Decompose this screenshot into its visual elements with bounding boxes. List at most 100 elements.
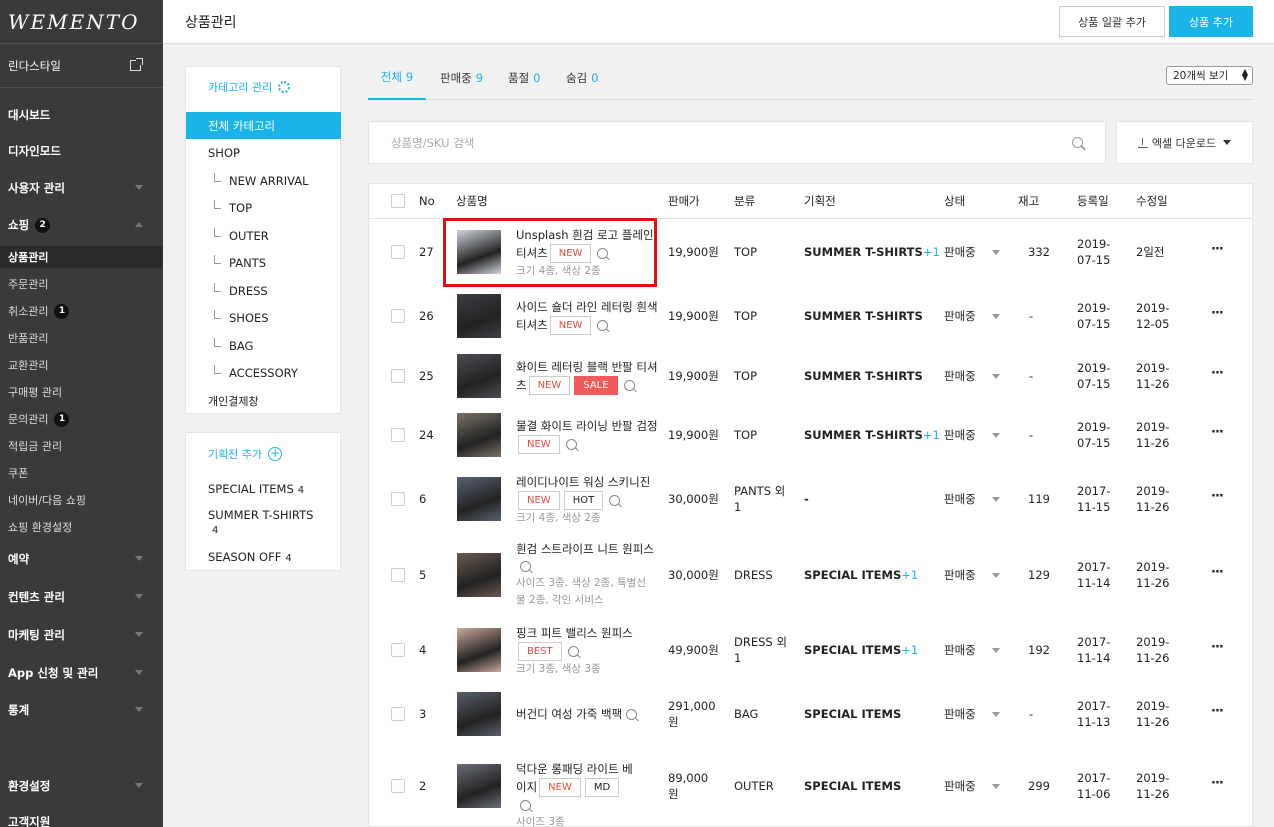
product-thumbnail[interactable] bbox=[457, 553, 501, 597]
product-thumbnail[interactable] bbox=[457, 692, 501, 736]
more-icon[interactable]: ··· bbox=[1211, 776, 1224, 791]
sidebar-item-points[interactable]: 적립금 관리 bbox=[0, 435, 163, 457]
caret-down-icon[interactable] bbox=[992, 497, 1000, 502]
product-thumbnail[interactable] bbox=[457, 628, 501, 672]
more-icon[interactable]: ··· bbox=[1211, 366, 1224, 381]
add-product-button[interactable]: 상품 추가 bbox=[1169, 6, 1253, 37]
plan-item-summer[interactable]: SUMMER T-SHIRTS 4 bbox=[208, 508, 328, 536]
caret-down-icon[interactable] bbox=[992, 314, 1000, 319]
search-icon[interactable] bbox=[609, 494, 621, 506]
sidebar-item-shop-settings[interactable]: 쇼핑 환경설정 bbox=[0, 516, 163, 538]
product-thumbnail[interactable] bbox=[457, 477, 501, 521]
status-select[interactable]: 판매중 bbox=[944, 368, 976, 384]
tab-sold-out[interactable]: 품절 0 bbox=[508, 56, 541, 100]
plus-circle-icon[interactable]: + bbox=[268, 447, 283, 461]
product-thumbnail[interactable] bbox=[457, 413, 501, 457]
search-icon[interactable] bbox=[1072, 137, 1083, 148]
category-all[interactable]: 전체 카테고리 bbox=[186, 112, 341, 139]
status-select[interactable]: 판매중 bbox=[944, 706, 976, 722]
menu-reservation[interactable]: 예약 bbox=[0, 548, 163, 570]
menu-app[interactable]: App 신청 및 관리 bbox=[0, 662, 163, 684]
sidebar-item-coupons[interactable]: 쿠폰 bbox=[0, 462, 163, 484]
status-select[interactable]: 판매중 bbox=[944, 244, 976, 260]
more-icon[interactable]: ··· bbox=[1211, 242, 1224, 257]
status-select[interactable]: 판매중 bbox=[944, 778, 976, 794]
category-dress[interactable]: DRESS bbox=[186, 277, 341, 304]
caret-down-icon[interactable] bbox=[992, 712, 1000, 717]
sidebar-item-exchanges[interactable]: 교환관리 bbox=[0, 354, 163, 376]
add-plan-link[interactable]: 기획전 추가 + bbox=[208, 446, 283, 462]
sidebar-item-orders[interactable]: 주문관리 bbox=[0, 273, 163, 295]
product-name[interactable]: 덕다운 롱패딩 라이트 베 이지 NEW MD 사이즈 3종 bbox=[516, 761, 658, 827]
menu-design-mode[interactable]: 디자인모드 bbox=[0, 140, 163, 162]
status-select[interactable]: 판매중 bbox=[944, 427, 976, 443]
status-select[interactable]: 판매중 bbox=[944, 491, 976, 507]
more-icon[interactable]: ··· bbox=[1211, 704, 1224, 719]
caret-down-icon[interactable] bbox=[992, 374, 1000, 379]
category-pants[interactable]: PANTS bbox=[186, 249, 341, 276]
caret-down-icon[interactable] bbox=[992, 784, 1000, 789]
product-name[interactable]: 화이트 레터링 블랙 반팔 티셔 츠 NEW SALE bbox=[516, 359, 658, 395]
menu-content[interactable]: 컨텐츠 관리 bbox=[0, 586, 163, 608]
menu-user-management[interactable]: 사용자 관리 bbox=[0, 177, 163, 199]
category-bag[interactable]: BAG bbox=[186, 332, 341, 359]
bulk-add-button[interactable]: 상품 일괄 추가 bbox=[1059, 6, 1165, 37]
sidebar-item-cancels[interactable]: 취소관리 1 bbox=[0, 300, 163, 322]
more-icon[interactable]: ··· bbox=[1211, 425, 1224, 440]
product-name[interactable]: 물결 화이트 라이닝 반팔 검정 NEW bbox=[516, 418, 658, 454]
sidebar-item-returns[interactable]: 반품관리 bbox=[0, 327, 163, 349]
more-icon[interactable]: ··· bbox=[1211, 306, 1224, 321]
category-outer[interactable]: OUTER bbox=[186, 222, 341, 249]
row-checkbox[interactable] bbox=[391, 643, 405, 657]
row-checkbox[interactable] bbox=[391, 779, 405, 793]
product-name[interactable]: 버건디 여성 가죽 백팩 bbox=[516, 706, 658, 723]
more-icon[interactable]: ··· bbox=[1211, 565, 1224, 580]
product-thumbnail[interactable] bbox=[457, 354, 501, 398]
category-top[interactable]: TOP bbox=[186, 194, 341, 221]
sidebar-item-inquiries[interactable]: 문의관리 1 bbox=[0, 408, 163, 430]
row-checkbox[interactable] bbox=[391, 568, 405, 582]
sidebar-item-products[interactable]: 상품관리 bbox=[0, 246, 163, 268]
category-manage-link[interactable]: 카테고리 관리 bbox=[208, 79, 291, 95]
store-link[interactable]: 린다스타일 bbox=[0, 44, 163, 88]
menu-statistics[interactable]: 통계 bbox=[0, 699, 163, 721]
category-accessory[interactable]: ACCESSORY bbox=[186, 359, 341, 386]
more-icon[interactable]: ··· bbox=[1211, 489, 1224, 504]
product-name[interactable]: 레이디나이트 워싱 스키니진 NEW HOT 크기 4종, 색상 2종 bbox=[516, 474, 658, 527]
row-checkbox[interactable] bbox=[391, 428, 405, 442]
sidebar-item-naver-daum[interactable]: 네이버/다음 쇼핑 bbox=[0, 489, 163, 511]
row-checkbox[interactable] bbox=[391, 707, 405, 721]
caret-down-icon[interactable] bbox=[992, 573, 1000, 578]
row-checkbox[interactable] bbox=[391, 245, 405, 259]
page-size-select[interactable]: 20개씩 보기 ▲ ▼ bbox=[1166, 66, 1253, 85]
brand-logo[interactable]: WEMENTO bbox=[0, 0, 163, 44]
status-select[interactable]: 판매중 bbox=[944, 308, 976, 324]
tab-hidden[interactable]: 숨김 0 bbox=[566, 56, 599, 100]
menu-settings[interactable]: 환경설정 bbox=[0, 775, 163, 797]
product-name[interactable]: 핑크 피트 밸리스 원피스 BEST 크기 3종, 색상 3종 bbox=[516, 625, 658, 678]
category-shoes[interactable]: SHOES bbox=[186, 304, 341, 331]
caret-down-icon[interactable] bbox=[992, 648, 1000, 653]
more-icon[interactable]: ··· bbox=[1211, 640, 1224, 655]
external-link-icon[interactable] bbox=[130, 58, 143, 71]
product-thumbnail[interactable] bbox=[457, 294, 501, 338]
caret-down-icon[interactable] bbox=[992, 433, 1000, 438]
plan-item-season-off[interactable]: SEASON OFF 4 bbox=[208, 550, 292, 564]
sidebar-item-reviews[interactable]: 구매평 관리 bbox=[0, 381, 163, 403]
product-name[interactable]: 사이드 숄더 라인 레터링 흰색 티셔츠 NEW bbox=[516, 299, 658, 335]
menu-shopping[interactable]: 쇼핑 2 bbox=[0, 214, 163, 236]
status-select[interactable]: 판매중 bbox=[944, 642, 976, 658]
search-icon[interactable] bbox=[597, 320, 609, 331]
tab-all[interactable]: 전체 9 bbox=[368, 56, 426, 100]
row-checkbox[interactable] bbox=[391, 492, 405, 506]
plan-item-special[interactable]: SPECIAL ITEMS 4 bbox=[208, 482, 304, 496]
category-personal-payment[interactable]: 개인결제창 bbox=[186, 387, 341, 414]
gear-icon[interactable] bbox=[278, 81, 291, 93]
category-new-arrival[interactable]: NEW ARRIVAL bbox=[186, 167, 341, 194]
tab-on-sale[interactable]: 판매중 9 bbox=[440, 56, 483, 100]
search-icon[interactable] bbox=[567, 645, 579, 657]
search-icon[interactable] bbox=[520, 561, 531, 572]
menu-support[interactable]: 고객지원 bbox=[0, 811, 163, 827]
caret-down-icon[interactable] bbox=[992, 250, 1000, 255]
excel-download-button[interactable]: 엑셀 다운로드 bbox=[1116, 121, 1253, 164]
